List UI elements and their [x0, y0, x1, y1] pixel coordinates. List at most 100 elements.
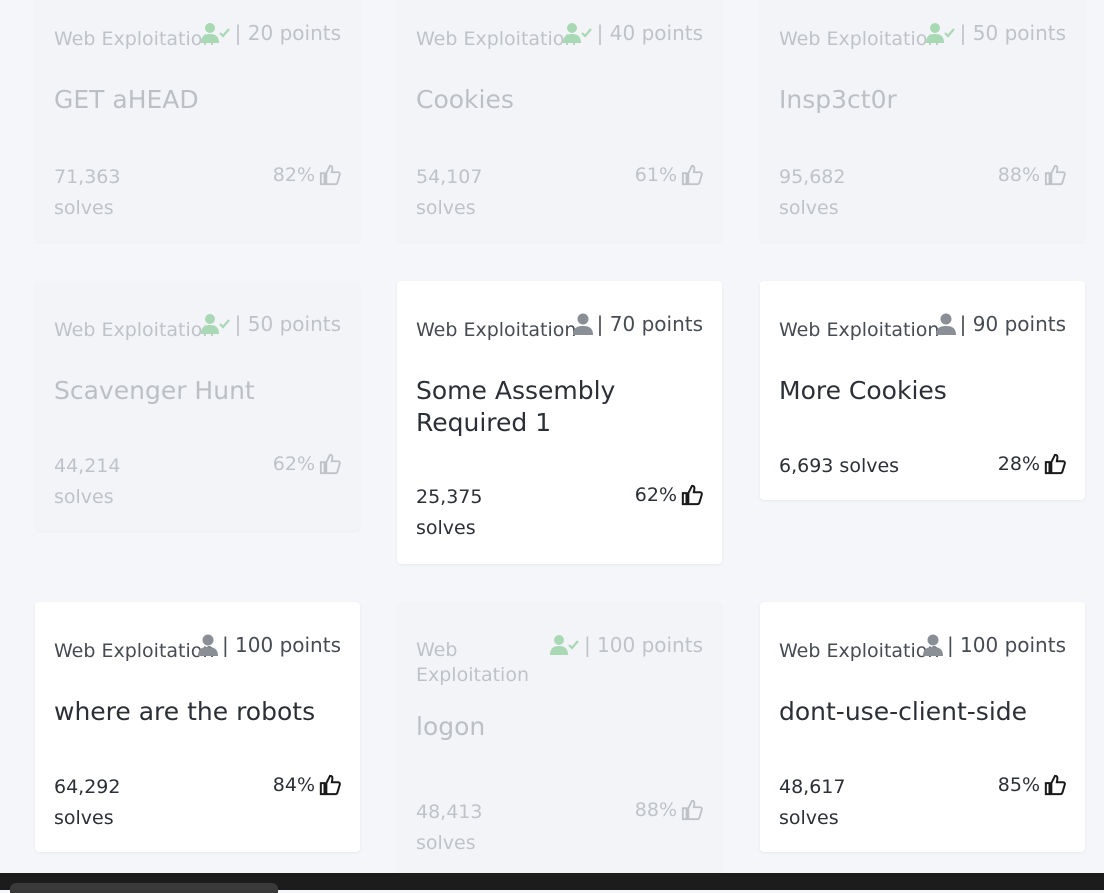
thumbs-up-icon	[319, 774, 341, 796]
points-label: | 50 points	[959, 21, 1066, 45]
challenge-category: Web Exploitation	[779, 28, 940, 50]
challenge-category: Web Exploitation	[54, 640, 215, 662]
challenge-category: Web Exploitation	[416, 639, 529, 686]
challenge-title: dont-use-client-side	[779, 697, 1028, 726]
challenge-points: | 100 points	[197, 633, 341, 657]
like-rating: 88%	[998, 164, 1066, 186]
solve-count: 6,693 solves	[779, 455, 900, 477]
points-label: | 100 points	[583, 633, 703, 657]
solve-count-unit: solves	[416, 197, 476, 219]
challenge-card-some-assembly-required-1[interactable]: Web Exploitation | 70 points Some Assemb…	[397, 281, 722, 564]
thumbs-up-icon	[1044, 453, 1066, 475]
user-check-icon	[200, 22, 231, 44]
solve-count: 54,107 solves	[416, 162, 482, 224]
rating-value: 28%	[997, 453, 1040, 475]
challenge-title: logon	[416, 712, 486, 741]
rating-value: 61%	[634, 164, 677, 186]
challenge-category: Web Exploitation	[54, 28, 215, 50]
user-check-icon	[562, 22, 593, 44]
challenge-card-cookies[interactable]: Web Exploitation | 40 points Cookies 54,…	[397, 0, 722, 242]
rating-value: 84%	[272, 774, 315, 796]
solve-count-value: 54,107	[416, 166, 483, 188]
challenge-title: where are the robots	[54, 697, 316, 726]
thumbs-up-icon	[681, 484, 703, 506]
user-icon	[922, 634, 943, 656]
points-label: | 100 points	[221, 633, 341, 657]
like-rating: 62%	[273, 453, 341, 475]
challenge-category: Web Exploitation	[54, 319, 215, 341]
like-rating: 82%	[273, 164, 341, 186]
solve-count-value: 64,292	[54, 776, 121, 798]
solve-count: 48,617 solves	[779, 772, 845, 834]
solve-count: 95,682 solves	[779, 162, 845, 224]
solve-count-unit: solves	[416, 517, 476, 539]
solve-count-value: 71,363	[54, 166, 121, 188]
challenge-category: Web Exploitation	[416, 319, 577, 341]
solve-count-value: 25,375	[416, 486, 483, 508]
like-rating: 88%	[635, 799, 703, 821]
solve-count: 48,413 solves	[416, 797, 482, 859]
points-label: | 90 points	[959, 312, 1066, 336]
thumbs-up-icon	[681, 164, 703, 186]
solve-count-unit: solves	[54, 197, 114, 219]
points-label: | 20 points	[234, 21, 341, 45]
rating-value: 85%	[997, 774, 1040, 796]
like-rating: 28%	[998, 453, 1066, 475]
challenge-title: More Cookies	[779, 376, 947, 405]
taskbar	[0, 873, 1104, 893]
challenge-card-dont-use-client-side[interactable]: Web Exploitation | 100 points dont-use-c…	[760, 602, 1085, 852]
solve-count-unit: solves	[779, 807, 839, 829]
solve-count-value: 95,682	[779, 166, 846, 188]
challenge-points: | 100 points	[549, 633, 703, 657]
challenge-category: Web Exploitation	[779, 640, 940, 662]
points-label: | 70 points	[596, 312, 703, 336]
challenge-card-logon[interactable]: Web Exploitation | 100 points logon 48,4…	[397, 602, 722, 877]
solve-count-unit: solves	[779, 197, 839, 219]
points-label: | 50 points	[234, 312, 341, 336]
solve-count-value: 48,413	[416, 801, 483, 823]
challenge-card-more-cookies[interactable]: Web Exploitation | 90 points More Cookie…	[760, 281, 1085, 500]
like-rating: 62%	[635, 484, 703, 506]
like-rating: 84%	[273, 774, 341, 796]
solve-count: 64,292 solves	[54, 772, 120, 834]
like-rating: 61%	[635, 164, 703, 186]
thumbs-up-icon	[1044, 164, 1066, 186]
thumbs-up-icon	[319, 164, 341, 186]
taskbar-tab[interactable]	[10, 883, 278, 893]
solve-count: 25,375 solves	[416, 482, 482, 544]
challenge-title: Scavenger Hunt	[54, 376, 255, 405]
rating-value: 82%	[272, 164, 315, 186]
thumbs-up-icon	[319, 453, 341, 475]
solve-count-value: 48,617	[779, 776, 846, 798]
user-icon	[197, 634, 218, 656]
solve-count-value: 44,214	[54, 455, 121, 477]
thumbs-up-icon	[1044, 774, 1066, 796]
challenge-points: | 40 points	[562, 21, 703, 45]
like-rating: 85%	[998, 774, 1066, 796]
challenge-card-scavenger-hunt[interactable]: Web Exploitation | 50 points Scavenger H…	[35, 281, 360, 531]
solve-count: 71,363 solves	[54, 162, 120, 224]
challenge-title: GET aHEAD	[54, 85, 199, 114]
rating-value: 88%	[997, 164, 1040, 186]
solve-count-unit: solves	[416, 832, 476, 854]
challenge-points: | 90 points	[935, 312, 1066, 336]
points-label: | 100 points	[946, 633, 1066, 657]
challenge-card-insp3ct0r[interactable]: Web Exploitation | 50 points Insp3ct0r 9…	[760, 0, 1085, 242]
challenge-category: Web Exploitation	[416, 28, 577, 50]
challenge-points: | 100 points	[922, 633, 1066, 657]
user-icon	[935, 313, 956, 335]
rating-value: 62%	[634, 484, 677, 506]
thumbs-up-icon	[681, 799, 703, 821]
solve-count: 44,214 solves	[54, 451, 120, 513]
challenge-card-where-are-the-robots[interactable]: Web Exploitation | 100 points where are …	[35, 602, 360, 852]
challenge-card-get-ahead[interactable]: Web Exploitation | 20 points GET aHEAD 7…	[35, 0, 360, 242]
rating-value: 62%	[272, 453, 315, 475]
challenge-category: Web Exploitation	[779, 319, 940, 341]
challenge-points: | 50 points	[925, 21, 1066, 45]
challenge-title: Insp3ct0r	[779, 85, 897, 114]
solve-count-unit: solves	[54, 807, 114, 829]
user-check-icon	[549, 634, 580, 656]
user-icon	[572, 313, 593, 335]
challenge-points: | 20 points	[200, 21, 341, 45]
challenge-title: Cookies	[416, 85, 514, 114]
